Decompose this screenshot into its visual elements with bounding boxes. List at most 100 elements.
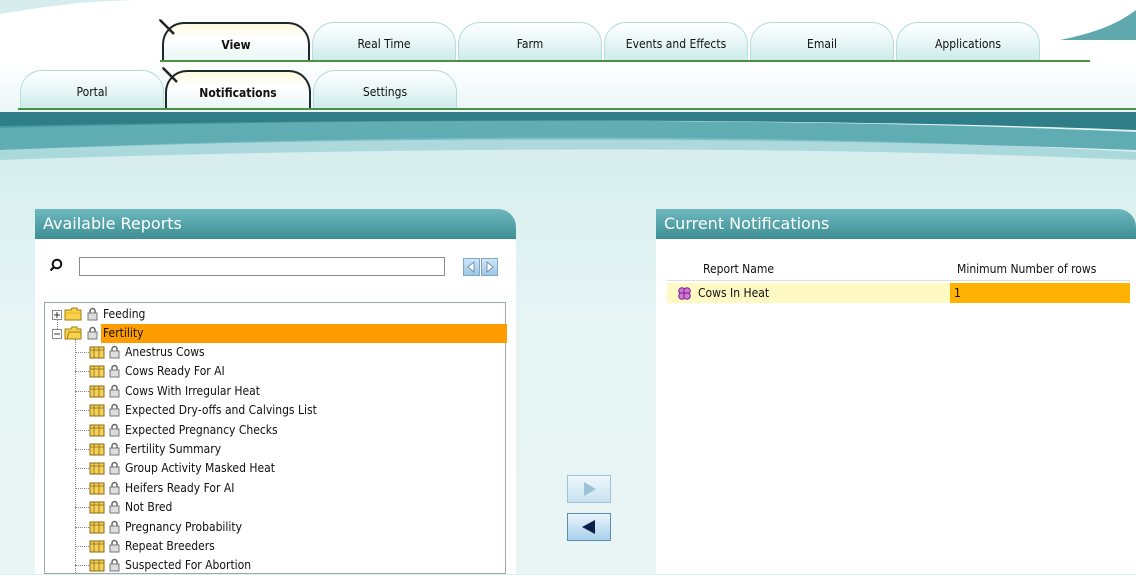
tree-report-label: Fertility Summary: [125, 442, 222, 456]
lock-icon: [109, 345, 120, 359]
tab-farm[interactable]: Farm: [458, 22, 602, 62]
tree-guide: [75, 565, 89, 567]
tree-report-item[interactable]: Cows Ready For AI: [45, 362, 505, 381]
tree-node-feeding[interactable]: Feeding: [45, 305, 505, 324]
tab-applications[interactable]: Applications: [896, 22, 1040, 62]
notification-min-rows: 1: [954, 286, 961, 300]
notification-report-name: Cows In Heat: [698, 286, 770, 300]
tab-view-label: View: [221, 38, 251, 52]
tree-guide: [75, 526, 89, 528]
search-prev-button[interactable]: [463, 258, 480, 276]
column-header-min-rows[interactable]: Minimum Number of rows: [957, 262, 1096, 276]
lock-icon: [109, 462, 120, 475]
tab-portal[interactable]: Portal: [20, 70, 164, 110]
reports-tree[interactable]: Feeding Fertility Anestrus Cows Cows Rea…: [44, 302, 507, 575]
tree-report-item[interactable]: Expected Pregnancy Checks: [45, 421, 505, 440]
arrow-right-icon: [584, 482, 596, 496]
search-icon: [49, 258, 63, 272]
tab-portal-label: Portal: [76, 85, 108, 99]
tab-real-time-label: Real Time: [357, 37, 411, 51]
report-icon: [89, 443, 105, 456]
lock-icon: [87, 307, 98, 321]
tree-report-label: Cows Ready For AI: [125, 364, 225, 379]
available-reports-title: Available Reports: [43, 214, 182, 233]
tree-report-label: Suspected For Abortion: [125, 558, 252, 573]
lock-icon: [109, 365, 120, 378]
report-icon: [89, 559, 105, 572]
lock-icon: [109, 481, 120, 495]
tree-report-label: Expected Pregnancy Checks: [125, 422, 278, 437]
tab-events-label: Events and Effects: [625, 37, 727, 51]
arrow-left-icon: [467, 261, 475, 273]
report-icon: [89, 462, 105, 475]
tree-report-item[interactable]: Cows With Irregular Heat: [45, 382, 505, 401]
search-next-button[interactable]: [481, 258, 498, 276]
tree-report-item[interactable]: Suspected For Abortion: [45, 556, 505, 575]
tree-report-label: Group Activity Masked Heat: [125, 461, 275, 476]
tab-settings[interactable]: Settings: [313, 70, 457, 110]
report-icon: [89, 501, 105, 514]
tree-node-fertility[interactable]: Fertility: [45, 324, 507, 343]
expand-plus-icon[interactable]: [52, 310, 62, 320]
tree-guide: [75, 449, 89, 450]
report-icon: [89, 540, 105, 553]
tab-email[interactable]: Email: [750, 22, 894, 62]
report-icon: [89, 424, 105, 437]
folder-open-icon: [64, 326, 82, 340]
pencil-icon: [159, 19, 175, 35]
tree-report-label: Cows With Irregular Heat: [125, 383, 260, 398]
report-icon: [89, 365, 105, 378]
report-icon: [89, 482, 105, 495]
tree-report-item[interactable]: Fertility Summary: [45, 440, 505, 459]
tree-guide: [75, 487, 89, 489]
tree-report-item[interactable]: Pregnancy Probability: [45, 518, 505, 537]
lock-icon: [109, 403, 120, 417]
tree-report-item[interactable]: Heifers Ready For AI: [45, 479, 505, 498]
tree-guide: [75, 546, 89, 547]
tree-guide: [75, 468, 89, 470]
tree-report-item[interactable]: Expected Dry-offs and Calvings List: [45, 401, 505, 420]
row-min-cell[interactable]: [950, 283, 1130, 303]
report-icon: [89, 404, 105, 417]
tree-node-label: Feeding: [103, 307, 146, 321]
tab-farm-label: Farm: [516, 37, 544, 51]
current-notifications-header: Current Notifications: [656, 209, 1136, 239]
tab-applications-label: Applications: [935, 37, 1001, 51]
tab-real-time[interactable]: Real Time: [312, 22, 456, 62]
collapse-minus-icon[interactable]: [52, 329, 62, 339]
tree-guide: [75, 371, 89, 373]
lock-icon: [109, 500, 120, 514]
lock-icon: [109, 520, 120, 534]
available-reports-header: Available Reports: [35, 209, 516, 239]
column-header-report-name[interactable]: Report Name: [703, 262, 774, 276]
lock-icon: [109, 539, 120, 553]
lock-icon: [109, 559, 120, 572]
current-notifications-title: Current Notifications: [664, 214, 830, 233]
notifications-grid-header: Report Name Minimum Number of rows: [667, 258, 1130, 281]
add-notification-button[interactable]: [567, 475, 611, 503]
search-input[interactable]: [79, 257, 445, 276]
tree-guide: [75, 410, 89, 412]
tree-report-label: Anestrus Cows: [125, 345, 205, 359]
tab-notifications[interactable]: Notifications: [162, 67, 311, 110]
arrow-left-icon: [582, 520, 595, 534]
tab-settings-label: Settings: [362, 85, 408, 99]
notification-row[interactable]: Cows In Heat 1: [667, 283, 1130, 303]
tree-report-item[interactable]: Repeat Breeders: [45, 537, 505, 556]
tree-report-item[interactable]: Not Bred: [45, 498, 505, 517]
lock-icon: [109, 442, 120, 456]
pencil-icon: [162, 67, 178, 83]
cows-icon: [678, 287, 691, 300]
tree-report-label: Not Bred: [125, 500, 173, 515]
report-icon: [89, 385, 105, 398]
tree-report-item[interactable]: Group Activity Masked Heat: [45, 459, 505, 478]
report-icon: [89, 521, 105, 534]
tab-events-and-effects[interactable]: Events and Effects: [604, 22, 748, 62]
tree-report-label: Heifers Ready For AI: [125, 480, 235, 495]
tree-report-item[interactable]: Anestrus Cows: [45, 343, 505, 362]
folder-icon: [64, 307, 82, 321]
tab-view[interactable]: View: [159, 19, 310, 62]
remove-notification-button[interactable]: [567, 513, 611, 541]
tree-guide: [75, 507, 89, 509]
lock-icon: [109, 423, 120, 437]
